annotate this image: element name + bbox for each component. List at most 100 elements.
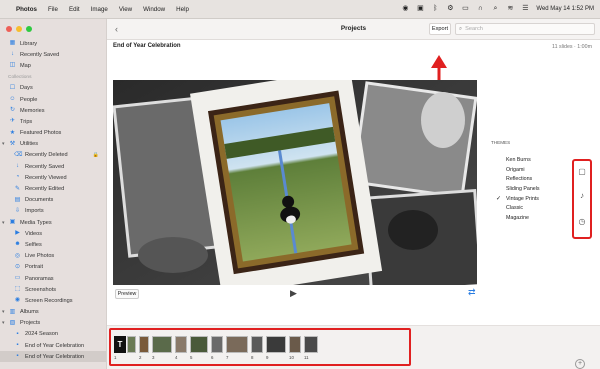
- filmstrip-clip[interactable]: 3: [152, 334, 172, 360]
- sidebar-item[interactable]: ◉ Screen Recordings: [0, 295, 106, 306]
- settings-icon[interactable]: ⚙: [446, 5, 454, 13]
- camera-icon[interactable]: ▣: [416, 5, 424, 13]
- menu-image[interactable]: Image: [91, 6, 108, 13]
- theme-option[interactable]: ✓ Vintage Prints: [492, 195, 540, 205]
- sidebar-item[interactable]: ▤ Documents: [0, 195, 106, 206]
- sidebar-item[interactable]: ✎ Recently Edited: [0, 183, 106, 194]
- theme-option[interactable]: Origami: [492, 166, 540, 176]
- sidebar-item[interactable]: ✈ Trips: [0, 116, 106, 127]
- filmstrip-clip[interactable]: 6: [211, 334, 223, 360]
- sidebar-item[interactable]: ☐ Days: [0, 83, 106, 94]
- theme-option[interactable]: Sliding Panels: [492, 185, 540, 195]
- lock-icon: 🔒: [92, 152, 99, 159]
- featured-icon: ★: [9, 129, 16, 136]
- sidebar-item-label: Memories: [20, 107, 45, 114]
- sidebar-item[interactable]: ◎ Live Photos: [0, 251, 106, 262]
- repeat-icon[interactable]: ⇄: [468, 287, 476, 298]
- filmstrip-clip[interactable]: 5: [190, 334, 208, 360]
- chevron-down-icon[interactable]: ▾: [2, 309, 5, 315]
- filmstrip-clip[interactable]: 4: [175, 334, 187, 360]
- filmstrip-clip[interactable]: 7: [226, 334, 248, 360]
- duration-panel-icon[interactable]: ◷: [577, 217, 587, 226]
- add-slide-icon[interactable]: +: [575, 359, 585, 369]
- sidebar-item[interactable]: ◫ Map: [0, 60, 106, 71]
- sidebar-item[interactable]: ▪ End of Year Celebration: [0, 340, 106, 351]
- headphones-icon[interactable]: ∩: [476, 5, 484, 13]
- themes-panel-icon[interactable]: ▢: [577, 167, 587, 176]
- chevron-down-icon[interactable]: ▾: [2, 141, 5, 147]
- menu-help[interactable]: Help: [176, 6, 189, 13]
- slides-info: 11 slides · 1:00m: [552, 44, 592, 50]
- menu-app[interactable]: Photos: [16, 6, 37, 13]
- sidebar-item[interactable]: ⊙ Portrait: [0, 262, 106, 273]
- utilities-icon: ⚒: [9, 140, 16, 147]
- sidebar-item[interactable]: ▪ 2024 Season: [0, 329, 106, 340]
- preview-button[interactable]: Preview: [115, 289, 139, 299]
- play-button-icon[interactable]: ▶: [290, 288, 297, 299]
- wifi-icon[interactable]: ≋: [506, 5, 514, 13]
- menu-file[interactable]: File: [48, 6, 58, 13]
- sidebar-item-label: Portrait: [25, 264, 44, 271]
- battery-icon[interactable]: ▭: [461, 5, 469, 13]
- sidebar-item[interactable]: ▾ ▥ Albums: [0, 307, 106, 318]
- sidebar-item[interactable]: ⌫ Recently Deleted 🔒: [0, 150, 106, 161]
- filmstrip-clip[interactable]: 10: [289, 334, 301, 360]
- theme-option[interactable]: Magazine: [492, 214, 540, 224]
- menu-view[interactable]: View: [119, 6, 132, 13]
- trips-icon: ✈: [9, 118, 16, 125]
- sidebar-item[interactable]: ▾ ▧ Projects: [0, 318, 106, 329]
- sidebar-item[interactable]: ↻ Memories: [0, 105, 106, 116]
- clip-number: 3: [152, 355, 155, 360]
- clip-number: 8: [251, 355, 254, 360]
- sidebar-item[interactable]: ▪ End of Year Celebration: [0, 351, 106, 363]
- filmstrip-clip[interactable]: 9: [266, 334, 286, 360]
- chevron-down-icon[interactable]: ▾: [2, 220, 5, 226]
- documents-icon: ▤: [14, 196, 21, 203]
- music-panel-icon[interactable]: ♪: [577, 191, 587, 200]
- sidebar-item[interactable]: ☻ Selfies: [0, 239, 106, 250]
- sidebar-item-label: Media Types: [20, 219, 52, 226]
- sidebar-item[interactable]: ⇩ Imports: [0, 206, 106, 217]
- sidebar-item[interactable]: ▦ Library: [0, 38, 106, 49]
- clip-thumbnail: [127, 335, 136, 353]
- menu-edit[interactable]: Edit: [69, 6, 80, 13]
- sidebar-item-label: Days: [20, 85, 33, 92]
- sidebar-item[interactable]: ↓ Recently Saved: [0, 161, 106, 172]
- sidebar-item[interactable]: ◔ Recently Viewed: [0, 172, 106, 183]
- minimize-window-button[interactable]: [16, 26, 22, 32]
- sidebar-item[interactable]: ☺ People: [0, 94, 106, 105]
- search-spotlight-icon[interactable]: ⌕: [491, 5, 499, 13]
- sidebar-item[interactable]: ⬚ Screenshots: [0, 284, 106, 295]
- filmstrip-clip[interactable]: 2: [139, 334, 149, 360]
- sidebar-item[interactable]: ▭ Panoramas: [0, 273, 106, 284]
- sidebar-item[interactable]: ↓ Recently Saved: [0, 49, 106, 60]
- sidebar-item[interactable]: ▾ ▣ Media Types: [0, 217, 106, 228]
- bluetooth-icon[interactable]: ᛒ: [431, 5, 439, 13]
- record-icon[interactable]: ◉: [401, 5, 409, 13]
- theme-option[interactable]: Ken Burns: [492, 156, 540, 166]
- toolbar: ‹ Projects Export ⌕ Search: [107, 19, 600, 40]
- zoom-window-button[interactable]: [26, 26, 32, 32]
- clip-thumbnail: [266, 335, 286, 353]
- slide-viewer[interactable]: [113, 80, 477, 285]
- sidebar-item[interactable]: ▾ ⚒ Utilities: [0, 139, 106, 150]
- menu-window[interactable]: Window: [143, 6, 165, 13]
- recently-saved-icon: ↓: [16, 163, 19, 170]
- menubar-datetime[interactable]: Wed May 14 1:52 PM: [536, 6, 594, 12]
- export-button[interactable]: Export: [429, 23, 451, 35]
- sidebar-item[interactable]: ▶ Videos: [0, 228, 106, 239]
- sidebar-item-label: Recently Deleted: [25, 152, 68, 159]
- filmstrip-clip[interactable]: T1: [114, 334, 136, 360]
- close-window-button[interactable]: [6, 26, 12, 32]
- project-icon: ▪: [16, 342, 19, 349]
- search-input[interactable]: ⌕ Search: [455, 23, 595, 35]
- theme-option[interactable]: Classic: [492, 204, 540, 214]
- filmstrip-clip[interactable]: 8: [251, 334, 263, 360]
- sidebar-item[interactable]: ★ Featured Photos: [0, 128, 106, 139]
- filmstrip-clip[interactable]: 11: [304, 334, 318, 360]
- chevron-down-icon[interactable]: ▾: [2, 320, 5, 326]
- clip-thumbnail: [304, 335, 318, 353]
- theme-option[interactable]: Reflections: [492, 175, 540, 185]
- control-center-icon[interactable]: ☰: [521, 5, 529, 13]
- screenshots-icon: ⬚: [14, 286, 21, 293]
